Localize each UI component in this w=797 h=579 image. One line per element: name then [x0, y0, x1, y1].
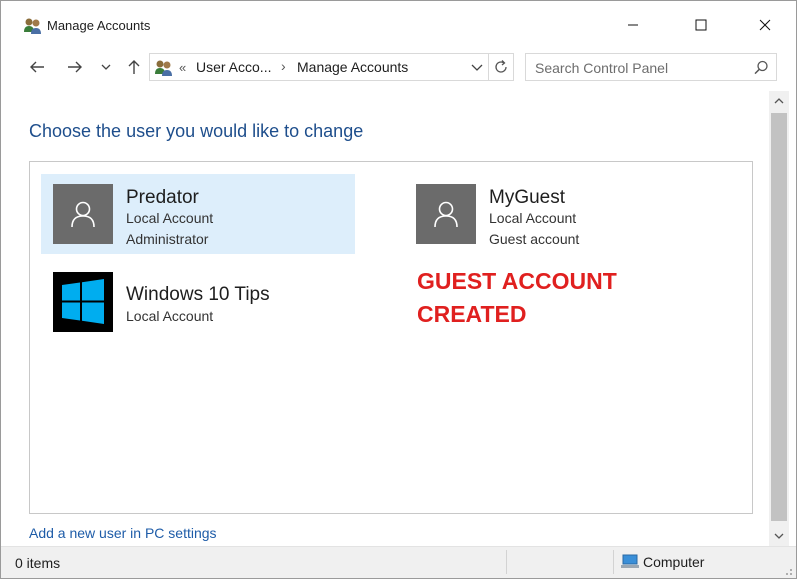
account-role: Guest account	[489, 231, 580, 247]
chevron-down-icon	[774, 533, 784, 539]
users-icon	[23, 16, 43, 36]
close-icon	[759, 19, 771, 31]
status-location: Computer	[621, 554, 704, 570]
user-icon	[434, 201, 458, 228]
search-input[interactable]: Search Control Panel	[525, 53, 777, 81]
up-button[interactable]	[122, 55, 146, 79]
scroll-thumb[interactable]	[771, 113, 787, 521]
address-bar[interactable]: « User Acco... › Manage Accounts	[149, 53, 489, 81]
breadcrumb-overflow[interactable]: «	[179, 60, 186, 75]
avatar	[416, 184, 476, 244]
account-tile-windows-10-tips[interactable]: Windows 10 Tips Local Account	[41, 262, 355, 342]
status-divider	[506, 550, 507, 574]
arrow-right-icon	[68, 61, 82, 73]
refresh-button[interactable]	[489, 53, 514, 81]
search-icon[interactable]	[752, 59, 770, 77]
chevron-down-icon	[101, 64, 111, 70]
guest-account-created-annotation: GUEST ACCOUNT CREATED	[417, 265, 677, 331]
chevron-down-icon	[471, 64, 483, 71]
minimize-icon	[628, 24, 638, 26]
breadcrumb-user-accounts[interactable]: User Acco...	[196, 59, 271, 75]
account-role: Administrator	[126, 231, 209, 247]
arrow-up-icon	[128, 60, 140, 74]
scroll-down-button[interactable]	[769, 526, 789, 546]
avatar	[53, 272, 113, 332]
account-tile-myguest[interactable]: MyGuest Local Account Guest account	[404, 174, 718, 254]
forward-button[interactable]	[63, 55, 87, 79]
windows-logo-icon	[62, 279, 104, 324]
account-type: Local Account	[126, 308, 214, 324]
scroll-up-button[interactable]	[769, 91, 789, 111]
page-title: Choose the user you would like to change	[29, 121, 364, 141]
window-title: Manage Accounts	[47, 18, 151, 33]
breadcrumb-manage-accounts[interactable]: Manage Accounts	[297, 59, 408, 75]
status-location-label: Computer	[643, 554, 705, 570]
close-button[interactable]	[742, 9, 788, 41]
add-new-user-link[interactable]: Add a new user in PC settings	[29, 525, 217, 541]
annotation-line: CREATED	[417, 301, 527, 327]
account-name: Predator	[126, 187, 199, 208]
maximize-icon	[695, 19, 707, 31]
account-tile-predator[interactable]: Predator Local Account Administrator	[41, 174, 355, 254]
status-divider	[613, 550, 614, 574]
arrow-left-icon	[30, 61, 44, 73]
navigation-bar: « User Acco... › Manage Accounts Search …	[1, 49, 796, 87]
breadcrumb-separator[interactable]: ›	[281, 58, 286, 74]
address-dropdown-button[interactable]	[468, 58, 486, 76]
minimize-button[interactable]	[610, 9, 656, 41]
users-icon	[154, 58, 174, 78]
title-bar: Manage Accounts	[1, 1, 796, 49]
item-count: 0 items	[15, 555, 61, 571]
account-type: Local Account	[126, 210, 214, 226]
account-type: Local Account	[489, 210, 577, 226]
computer-icon	[621, 554, 639, 568]
resize-grip-icon[interactable]	[781, 563, 793, 575]
avatar	[53, 184, 113, 244]
account-name: MyGuest	[489, 187, 566, 208]
chevron-up-icon	[774, 98, 784, 104]
status-bar: 0 items Computer	[1, 546, 796, 578]
maximize-button[interactable]	[678, 9, 724, 41]
manage-accounts-window: Manage Accounts « User Acco... › Manage …	[0, 0, 797, 579]
user-icon	[71, 201, 95, 228]
back-button[interactable]	[25, 55, 49, 79]
refresh-icon	[495, 60, 507, 73]
accounts-list: Predator Local Account Administrator MyG…	[29, 161, 753, 514]
main-content: Choose the user you would like to change…	[1, 91, 769, 546]
vertical-scrollbar[interactable]	[769, 91, 789, 546]
account-name: Windows 10 Tips	[126, 284, 270, 305]
annotation-line: GUEST ACCOUNT	[417, 268, 617, 294]
recent-locations-button[interactable]	[94, 55, 118, 79]
search-placeholder: Search Control Panel	[535, 60, 669, 76]
